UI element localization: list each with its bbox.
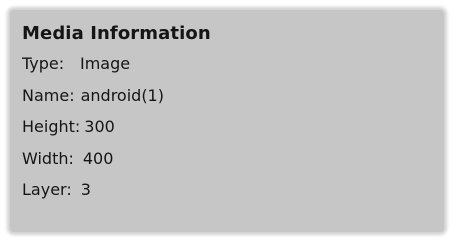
layer-label: Layer: [22, 180, 72, 199]
name-label: Name: [22, 85, 75, 105]
type-value: Image [80, 54, 131, 73]
info-row-width: Width: 400 [22, 149, 444, 168]
panel-title: Media Information [22, 23, 211, 44]
width-value: 400 [82, 148, 114, 168]
height-value: 300 [84, 117, 115, 136]
layer-value: 3 [80, 180, 91, 199]
width-label: Width: [22, 148, 74, 168]
info-row-name: Name: android(1) [22, 86, 444, 105]
info-row-type: Type: Image [22, 54, 444, 73]
type-label: Type: [22, 54, 65, 73]
name-value: android(1) [80, 85, 164, 105]
info-row-layer: Layer: 3 [22, 180, 444, 199]
height-label: Height: [22, 117, 81, 136]
info-row-height: Height: 300 [22, 117, 444, 136]
media-information-panel: Media Information Type: Image Name: androi… [10, 10, 444, 232]
